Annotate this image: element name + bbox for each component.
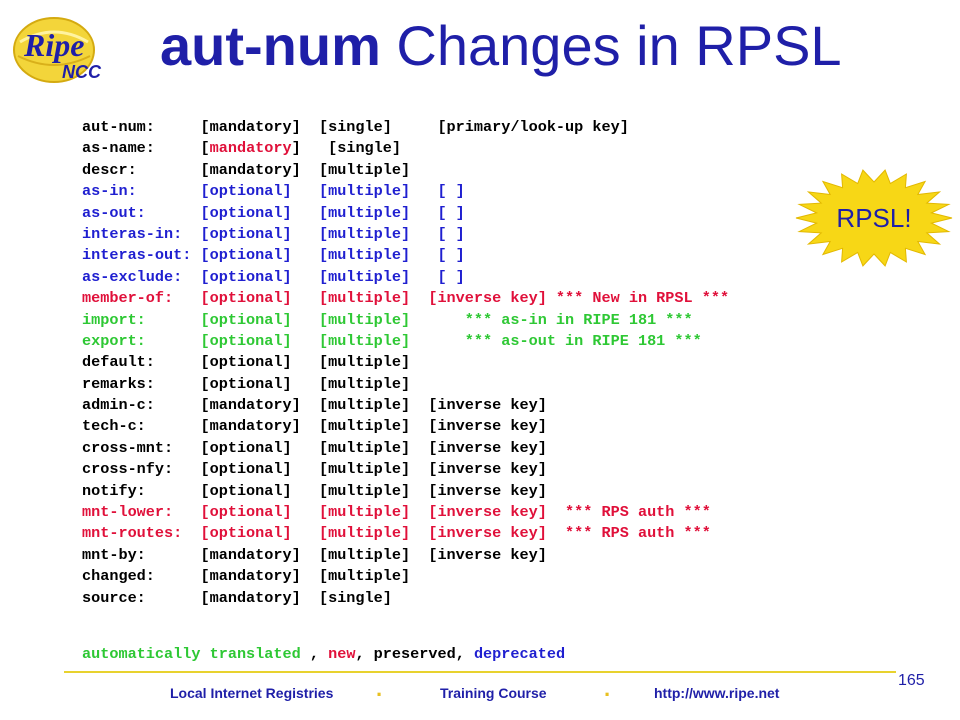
footer-middle-text: Training Course (440, 685, 547, 701)
attribute-row: mnt-lower: [optional] [multiple] [invers… (82, 503, 711, 522)
color-legend: automatically translated , new, preserve… (82, 645, 565, 663)
attribute-row: changed: [mandatory] [multiple] (82, 567, 411, 586)
svg-text:NCC: NCC (62, 62, 102, 82)
attribute-listing: aut-num: [mandatory] [single] [primary/l… (82, 117, 729, 609)
attribute-row: as-exclude: [optional] [multiple] [ ] (82, 267, 465, 286)
attribute-row: mnt-by: [mandatory] [multiple] [inverse … (82, 545, 547, 564)
ripe-ncc-logo: Ripe NCC (13, 17, 102, 83)
legend-new: new (328, 645, 356, 663)
attribute-row: default: [optional] [multiple] (82, 353, 411, 372)
rpsl-badge-label: RPSL! (836, 203, 911, 233)
svg-text:Ripe: Ripe (23, 27, 84, 63)
attribute-row: mnt-routes: [optional] [multiple] [inver… (82, 524, 711, 543)
attribute-row: source: [mandatory] [single] (82, 588, 392, 607)
legend-deprecated: deprecated (473, 645, 566, 663)
attribute-row-segment: mandatory (209, 139, 292, 158)
attribute-row: remarks: [optional] [multiple] (82, 374, 411, 393)
attribute-row: admin-c: [mandatory] [multiple] [inverse… (82, 396, 547, 415)
attribute-row: as-name: [mandatory] [single] (82, 138, 729, 159)
attribute-row: cross-nfy: [optional] [multiple] [invers… (82, 460, 547, 479)
attribute-row-segment: as-name: [ (82, 139, 210, 158)
attribute-row: export: [optional] [multiple] *** as-out… (82, 331, 702, 350)
attribute-row: as-in: [optional] [multiple] [ ] (82, 182, 465, 201)
attribute-row: member-of: [optional] [multiple] [invers… (82, 289, 730, 308)
footer-divider (64, 671, 896, 673)
title-rest: Changes in RPSL (380, 14, 842, 77)
rpsl-starburst-badge: RPSL! (795, 169, 953, 267)
attribute-row: descr: [mandatory] [multiple] (82, 160, 411, 179)
attribute-row: aut-num: [mandatory] [single] [primary/l… (82, 118, 629, 136)
page-number: 165 (898, 672, 925, 689)
attribute-row: as-out: [optional] [multiple] [ ] (82, 203, 465, 222)
title-bold-part: aut-num (160, 14, 381, 77)
legend-preserved: preserved (373, 645, 456, 663)
attribute-row: interas-in: [optional] [multiple] [ ] (82, 224, 465, 243)
page-title: aut-num Changes in RPSL (160, 14, 842, 78)
footer-separator-2: . (604, 676, 611, 701)
attribute-row: cross-mnt: [optional] [multiple] [invers… (82, 438, 547, 457)
attribute-row: interas-out: [optional] [multiple] [ ] (82, 246, 465, 265)
legend-sep-2: , (355, 645, 374, 663)
legend-sep-3: , (455, 645, 474, 663)
attribute-row-segment: ] [single] (291, 139, 402, 158)
attribute-row: tech-c: [mandatory] [multiple] [inverse … (82, 417, 547, 436)
attribute-row: import: [optional] [multiple] *** as-in … (82, 310, 693, 329)
legend-sep-1: , (300, 645, 329, 663)
legend-translated: automatically translated (82, 645, 301, 663)
footer-link[interactable]: http://www.ripe.net (654, 685, 779, 701)
footer-separator-1: . (376, 676, 383, 701)
attribute-row: notify: [optional] [multiple] [inverse k… (82, 481, 547, 500)
footer-left-text: Local Internet Registries (170, 685, 334, 701)
